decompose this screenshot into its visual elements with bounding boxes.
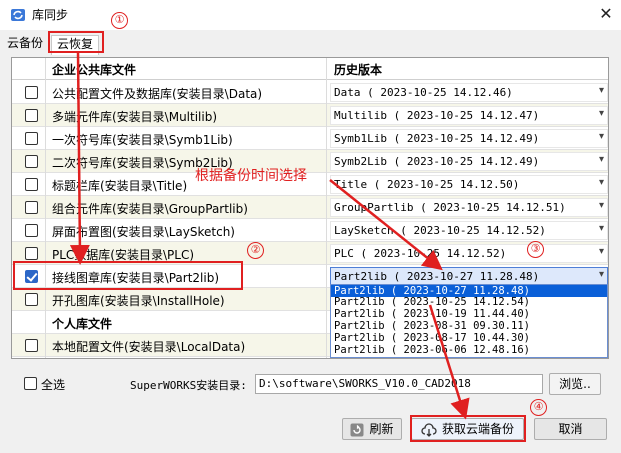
history-version-value: Data ( 2023-10-25 14.12.46) — [334, 86, 513, 99]
dropdown-option[interactable]: Part2lib ( 2023-10-19 11.44.40) — [331, 309, 607, 320]
chevron-down-icon[interactable]: ▾ — [599, 269, 604, 280]
history-version-select[interactable]: GroupPartlib ( 2023-10-25 14.12.51) ▾ — [330, 198, 608, 217]
library-row[interactable]: 屏面布置图(安装目录\LaySketch) LaySketch ( 2023-10… — [12, 219, 608, 242]
install-path-input[interactable]: D:\software\SWORKS_V10.0_CAD2018 — [255, 374, 543, 394]
step-marker-4: ④ — [530, 399, 547, 416]
select-all-checkbox[interactable] — [24, 377, 37, 390]
dropdown-option[interactable]: Part2lib ( 2023-06-06 12.48.16) — [331, 345, 607, 356]
refresh-icon — [350, 423, 364, 436]
row-checkbox[interactable] — [25, 178, 38, 191]
step-marker-3: ③ — [527, 241, 544, 258]
column-divider — [326, 58, 327, 358]
history-version-value: Symb2Lib ( 2023-10-25 14.12.49) — [334, 155, 540, 168]
annotation-hint: 根据备份时间选择 — [195, 168, 307, 184]
chevron-down-icon[interactable]: ▾ — [599, 154, 604, 165]
row-checkbox[interactable] — [25, 109, 38, 122]
library-row[interactable]: 一次符号库(安装目录\Symb1Lib) Symb1Lib ( 2023-10-2… — [12, 127, 608, 150]
library-name: 开孔图库(安装目录\InstallHole) — [52, 294, 225, 308]
row-checkbox[interactable] — [25, 86, 38, 99]
row-checkbox[interactable] — [25, 247, 38, 260]
history-dropdown-list[interactable]: Part2lib ( 2023-10-27 11.28.48) Part2lib … — [330, 284, 608, 358]
history-version-value: Part2lib ( 2023-10-27 11.28.48) — [334, 270, 540, 283]
chevron-down-icon[interactable]: ▾ — [599, 177, 604, 188]
sync-app-icon — [11, 9, 25, 21]
select-all-label: 全选 — [41, 378, 66, 392]
history-version-select[interactable]: Data ( 2023-10-25 14.12.46) ▾ — [330, 83, 608, 102]
history-version-value: Multilib ( 2023-10-25 14.12.47) — [334, 109, 540, 122]
section-title: 个人库文件 — [52, 317, 113, 331]
step-marker-2: ② — [247, 242, 264, 259]
tab-cloud-backup[interactable]: 云备份 — [7, 35, 43, 53]
history-version-value: LaySketch ( 2023-10-25 14.12.52) — [334, 224, 546, 237]
row-checkbox[interactable] — [25, 339, 38, 352]
row-checkbox[interactable] — [25, 224, 38, 237]
refresh-button[interactable]: 刷新 — [342, 418, 402, 440]
browse-button[interactable]: 浏览.. — [549, 373, 601, 395]
install-dir-label: SuperWORKS安装目录: — [130, 379, 247, 392]
grid-header: 企业公共库文件 历史版本 — [12, 58, 608, 80]
library-row[interactable]: 多端元件库(安装目录\Multilib) Multilib ( 2023-10-2… — [12, 104, 608, 127]
close-icon[interactable]: ✕ — [596, 4, 616, 24]
dropdown-option[interactable]: Part2lib ( 2023-10-25 14.12.54) — [331, 297, 607, 308]
chevron-down-icon[interactable]: ▾ — [599, 246, 604, 257]
column-divider — [45, 58, 46, 358]
history-version-value: PLC ( 2023-10-25 14.12.52) — [334, 247, 507, 260]
library-row[interactable]: 公共配置文件及数据库(安装目录\Data) Data ( 2023-10-25 1… — [12, 81, 608, 104]
library-name: 本地配置文件(安装目录\LocalData) — [52, 340, 246, 354]
library-name: 多端元件库(安装目录\Multilib) — [52, 110, 218, 124]
row-checkbox[interactable] — [25, 293, 38, 306]
step-marker-1: ① — [111, 12, 128, 29]
history-version-select[interactable]: Symb1Lib ( 2023-10-25 14.12.49) ▾ — [330, 129, 608, 148]
history-version-select[interactable]: Symb2Lib ( 2023-10-25 14.12.49) ▾ — [330, 152, 608, 171]
row-checkbox[interactable] — [25, 132, 38, 145]
library-name: 屏面布置图(安装目录\LaySketch) — [52, 225, 235, 239]
library-name: 标题栏库(安装目录\Title) — [52, 179, 188, 193]
chevron-down-icon[interactable]: ▾ — [599, 85, 604, 96]
history-version-value: Symb1Lib ( 2023-10-25 14.12.49) — [334, 132, 540, 145]
history-version-select[interactable]: PLC ( 2023-10-25 14.12.52) ▾ — [330, 244, 608, 263]
header-history: 历史版本 — [334, 63, 383, 77]
annotation-box-fetch-button — [410, 415, 526, 442]
row-checkbox[interactable] — [25, 201, 38, 214]
library-row[interactable]: 组合元件库(安装目录\GroupPartlib) GroupPartlib ( 2… — [12, 196, 608, 219]
history-version-select[interactable]: Title ( 2023-10-25 14.12.50) ▾ — [330, 175, 608, 194]
title-bar: 库同步 ✕ — [0, 0, 621, 30]
library-row[interactable]: 标题栏库(安装目录\Title) Title ( 2023-10-25 14.12… — [12, 173, 608, 196]
dropdown-option[interactable]: Part2lib ( 2023-08-31 09.30.11) — [331, 321, 607, 332]
row-checkbox[interactable] — [25, 155, 38, 168]
annotation-box-restore-tab — [48, 31, 104, 53]
annotation-box-selected-row — [13, 261, 243, 290]
history-version-select[interactable]: Multilib ( 2023-10-25 14.12.47) ▾ — [330, 106, 608, 125]
cancel-button[interactable]: 取消 — [534, 418, 607, 440]
dropdown-option[interactable]: Part2lib ( 2023-08-17 10.44.30) — [331, 333, 607, 344]
chevron-down-icon[interactable]: ▾ — [599, 131, 604, 142]
history-version-value: Title ( 2023-10-25 14.12.50) — [334, 178, 520, 191]
window-title: 库同步 — [32, 8, 69, 22]
header-library: 企业公共库文件 — [52, 63, 137, 77]
chevron-down-icon[interactable]: ▾ — [599, 200, 604, 211]
library-name: 一次符号库(安装目录\Symb1Lib) — [52, 133, 233, 147]
history-version-select[interactable]: LaySketch ( 2023-10-25 14.12.52) ▾ — [330, 221, 608, 240]
chevron-down-icon[interactable]: ▾ — [599, 108, 604, 119]
library-name: 公共配置文件及数据库(安装目录\Data) — [52, 87, 263, 101]
library-name: 组合元件库(安装目录\GroupPartlib) — [52, 202, 248, 216]
refresh-label: 刷新 — [369, 422, 394, 436]
library-row[interactable]: 二次符号库(安装目录\Symb2Lib) Symb2Lib ( 2023-10-2… — [12, 150, 608, 173]
history-version-value: GroupPartlib ( 2023-10-25 14.12.51) — [334, 201, 566, 214]
chevron-down-icon[interactable]: ▾ — [599, 223, 604, 234]
